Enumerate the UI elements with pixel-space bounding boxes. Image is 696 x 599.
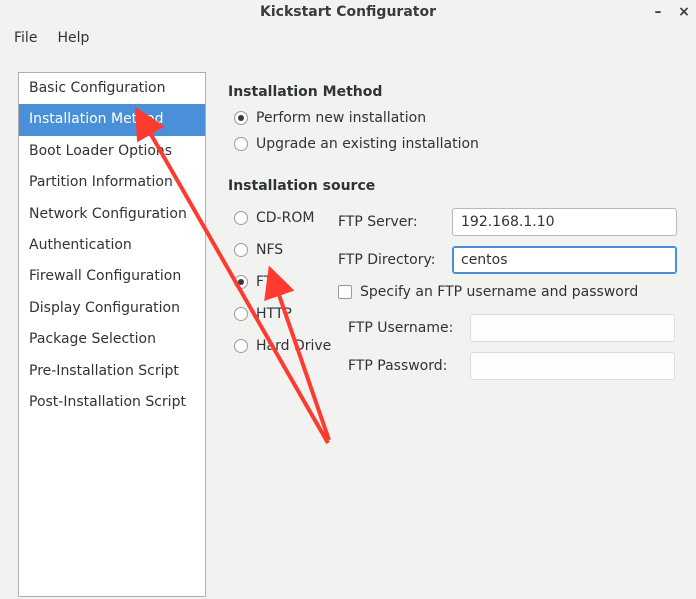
sidebar-item-basic-configuration[interactable]: Basic Configuration bbox=[19, 73, 205, 104]
menu-help[interactable]: Help bbox=[49, 27, 97, 49]
input-ftp-username[interactable] bbox=[470, 314, 675, 342]
field-ftp-directory: FTP Directory: bbox=[338, 246, 682, 274]
radio-icon bbox=[234, 243, 248, 257]
checkbox-icon bbox=[338, 285, 352, 299]
label-ftp-server: FTP Server: bbox=[338, 214, 446, 230]
sidebar-item-post-installation-script[interactable]: Post-Installation Script bbox=[19, 387, 205, 418]
input-ftp-directory[interactable] bbox=[452, 246, 677, 274]
radio-label: Upgrade an existing installation bbox=[256, 136, 479, 152]
radio-label: Perform new installation bbox=[256, 110, 426, 126]
radio-icon bbox=[234, 307, 248, 321]
radio-upgrade[interactable]: Upgrade an existing installation bbox=[234, 136, 682, 152]
radio-icon bbox=[234, 111, 248, 125]
sidebar-item-boot-loader-options[interactable]: Boot Loader Options bbox=[19, 136, 205, 167]
checkbox-specify-creds[interactable]: Specify an FTP username and password bbox=[338, 284, 682, 300]
sidebar-item-partition-information[interactable]: Partition Information bbox=[19, 167, 205, 198]
radio-label: CD-ROM bbox=[256, 210, 314, 226]
radio-label: NFS bbox=[256, 242, 283, 258]
field-ftp-username: FTP Username: bbox=[338, 314, 682, 342]
input-ftp-server[interactable] bbox=[452, 208, 677, 236]
minimize-icon[interactable]: – bbox=[650, 4, 666, 20]
source-fields: FTP Server: FTP Directory: Specify an FT… bbox=[338, 204, 682, 390]
close-icon[interactable]: × bbox=[676, 4, 692, 20]
radio-cdrom[interactable]: CD-ROM bbox=[234, 210, 338, 226]
radio-harddrive[interactable]: Hard Drive bbox=[234, 338, 338, 354]
radio-label: Hard Drive bbox=[256, 338, 331, 354]
radio-icon bbox=[234, 339, 248, 353]
sidebar-item-pre-installation-script[interactable]: Pre-Installation Script bbox=[19, 356, 205, 387]
main-panel: Installation Method Perform new installa… bbox=[206, 72, 694, 597]
checkbox-label: Specify an FTP username and password bbox=[360, 284, 638, 300]
menu-file[interactable]: File bbox=[6, 27, 45, 49]
field-ftp-server: FTP Server: bbox=[338, 208, 682, 236]
sidebar-item-display-configuration[interactable]: Display Configuration bbox=[19, 293, 205, 324]
radio-http[interactable]: HTTP bbox=[234, 306, 338, 322]
radio-label: HTTP bbox=[256, 306, 292, 322]
radio-icon bbox=[234, 137, 248, 151]
field-ftp-password: FTP Password: bbox=[338, 352, 682, 380]
label-ftp-password: FTP Password: bbox=[338, 358, 464, 374]
sidebar: Basic Configuration Installation Method … bbox=[18, 72, 206, 597]
heading-installation-method: Installation Method bbox=[228, 84, 682, 100]
sidebar-item-package-selection[interactable]: Package Selection bbox=[19, 324, 205, 355]
radio-perform-new[interactable]: Perform new installation bbox=[234, 110, 682, 126]
menubar: File Help bbox=[0, 24, 696, 52]
content-area: Basic Configuration Installation Method … bbox=[18, 72, 694, 597]
label-ftp-directory: FTP Directory: bbox=[338, 252, 446, 268]
source-area: CD-ROM NFS FTP HTTP bbox=[228, 204, 682, 390]
sidebar-item-authentication[interactable]: Authentication bbox=[19, 230, 205, 261]
titlebar: Kickstart Configurator – × bbox=[0, 0, 696, 24]
sidebar-item-network-configuration[interactable]: Network Configuration bbox=[19, 199, 205, 230]
radio-icon bbox=[234, 275, 248, 289]
input-ftp-password[interactable] bbox=[470, 352, 675, 380]
radio-icon bbox=[234, 211, 248, 225]
window-title: Kickstart Configurator bbox=[260, 4, 436, 20]
radio-nfs[interactable]: NFS bbox=[234, 242, 338, 258]
radio-label: FTP bbox=[256, 274, 281, 290]
sidebar-item-firewall-configuration[interactable]: Firewall Configuration bbox=[19, 261, 205, 292]
label-ftp-username: FTP Username: bbox=[338, 320, 464, 336]
sidebar-item-installation-method[interactable]: Installation Method bbox=[19, 104, 205, 135]
radio-ftp[interactable]: FTP bbox=[234, 274, 338, 290]
window-controls: – × bbox=[650, 0, 692, 24]
window: Kickstart Configurator – × File Help Bas… bbox=[0, 0, 696, 599]
source-radios: CD-ROM NFS FTP HTTP bbox=[228, 204, 338, 390]
heading-installation-source: Installation source bbox=[228, 178, 682, 194]
